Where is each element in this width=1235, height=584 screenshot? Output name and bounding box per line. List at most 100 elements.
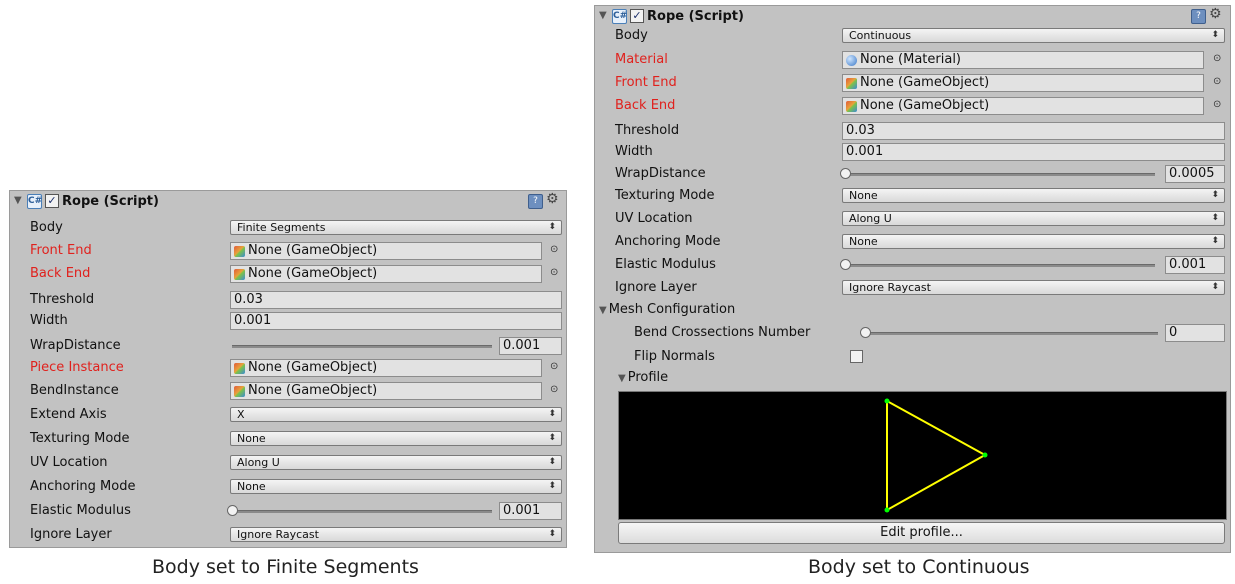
triangle-down-icon[interactable]: ▼ (599, 10, 607, 21)
enabled-checkbox[interactable]: ✓ (45, 194, 59, 208)
wrap-distance-input[interactable]: 0.001 (499, 337, 562, 355)
ignore-layer-dropdown[interactable]: Ignore Raycast ⬍ (230, 527, 562, 542)
elastic-modulus-input[interactable]: 0.001 (499, 502, 562, 520)
elastic-modulus-slider-thumb[interactable] (227, 505, 238, 516)
uv-location-dropdown[interactable]: Along U ⬍ (230, 455, 562, 470)
row-bend-crossections: Bend Crossections Number 0 (595, 323, 1230, 343)
threshold-input[interactable]: 0.03 (230, 291, 562, 309)
mesh-configuration-label: Mesh Configuration (608, 302, 736, 317)
object-picker-icon[interactable]: ⊙ (550, 384, 558, 395)
front-end-field[interactable]: None (GameObject) (842, 74, 1204, 92)
body-dropdown[interactable]: Finite Segments ⬍ (230, 220, 562, 235)
dropdown-arrow-icon: ⬍ (548, 529, 556, 539)
threshold-label: Threshold (615, 123, 680, 138)
width-input[interactable]: 0.001 (842, 143, 1225, 161)
row-anchoring-mode: Anchoring Mode None ⬍ (595, 232, 1230, 252)
row-back-end: Back End None (GameObject) ⊙ (10, 264, 566, 284)
ignore-layer-label: Ignore Layer (30, 527, 112, 542)
bend-crossections-input[interactable]: 0 (1165, 324, 1225, 342)
wrap-distance-slider[interactable] (232, 345, 492, 348)
gear-icon[interactable]: ⚙ (546, 191, 559, 207)
dropdown-arrow-icon: ⬍ (1211, 282, 1219, 292)
profile-point[interactable] (982, 452, 988, 458)
bend-instance-value: None (GameObject) (248, 383, 378, 398)
threshold-input[interactable]: 0.03 (842, 122, 1225, 140)
row-uv-location: UV Location Along U ⬍ (10, 453, 566, 473)
row-width: Width 0.001 (595, 142, 1230, 162)
width-input[interactable]: 0.001 (230, 312, 562, 330)
dropdown-arrow-icon: ⬍ (1211, 190, 1219, 200)
back-end-label: Back End (30, 266, 91, 281)
uv-location-dropdown[interactable]: Along U ⬍ (842, 211, 1225, 226)
row-anchoring-mode: Anchoring Mode None ⬍ (10, 477, 566, 497)
ignore-layer-label: Ignore Layer (615, 280, 697, 295)
front-end-field[interactable]: None (GameObject) (230, 242, 542, 260)
elastic-modulus-input[interactable]: 0.001 (1165, 256, 1225, 274)
elastic-modulus-slider[interactable] (232, 510, 492, 513)
row-threshold: Threshold 0.03 (595, 121, 1230, 141)
row-ignore-layer: Ignore Layer Ignore Raycast ⬍ (10, 525, 566, 545)
triangle-down-icon: ▼ (599, 305, 607, 316)
object-picker-icon[interactable]: ⊙ (1213, 99, 1221, 110)
component-header[interactable]: ▼ C# ✓ Rope (Script) ? ⚙ (10, 191, 566, 213)
texturing-mode-value: None (237, 432, 266, 445)
mesh-configuration-foldout[interactable]: ▼ Mesh Configuration (599, 302, 735, 317)
inspector-left: ▼ C# ✓ Rope (Script) ? ⚙ Body Finite Seg… (9, 190, 567, 548)
elastic-modulus-slider-thumb[interactable] (840, 259, 851, 270)
elastic-modulus-slider[interactable] (845, 264, 1155, 267)
edit-profile-button[interactable]: Edit profile... (618, 522, 1225, 544)
object-picker-icon[interactable]: ⊙ (550, 361, 558, 372)
front-end-value: None (GameObject) (860, 75, 990, 90)
wrap-distance-slider[interactable] (845, 173, 1155, 176)
anchoring-mode-dropdown[interactable]: None ⬍ (230, 479, 562, 494)
profile-point[interactable] (884, 398, 890, 404)
flip-normals-checkbox[interactable] (850, 350, 863, 363)
gear-icon[interactable]: ⚙ (1209, 6, 1222, 22)
object-picker-icon[interactable]: ⊙ (550, 244, 558, 255)
piece-instance-field[interactable]: None (GameObject) (230, 359, 542, 377)
gameobject-icon (234, 386, 245, 397)
help-icon[interactable]: ? (1191, 9, 1206, 24)
row-uv-location: UV Location Along U ⬍ (595, 209, 1230, 229)
anchoring-mode-value: None (849, 235, 878, 248)
back-end-field[interactable]: None (GameObject) (842, 97, 1204, 115)
flip-normals-label: Flip Normals (634, 349, 715, 364)
wrap-distance-slider-thumb[interactable] (840, 168, 851, 179)
row-ignore-layer: Ignore Layer Ignore Raycast ⬍ (595, 278, 1230, 298)
material-label: Material (615, 52, 668, 67)
gameobject-icon (234, 363, 245, 374)
elastic-modulus-label: Elastic Modulus (30, 503, 131, 518)
uv-location-value: Along U (237, 456, 280, 469)
texturing-mode-dropdown[interactable]: None ⬍ (842, 188, 1225, 203)
wrap-distance-input[interactable]: 0.0005 (1165, 165, 1225, 183)
extend-axis-dropdown[interactable]: X ⬍ (230, 407, 562, 422)
texturing-mode-dropdown[interactable]: None ⬍ (230, 431, 562, 446)
ignore-layer-dropdown[interactable]: Ignore Raycast ⬍ (842, 280, 1225, 295)
profile-point[interactable] (884, 507, 890, 513)
object-picker-icon[interactable]: ⊙ (1213, 53, 1221, 64)
component-header[interactable]: ▼ C# ✓ Rope (Script) ? ⚙ (595, 6, 1230, 28)
extend-axis-label: Extend Axis (30, 407, 107, 422)
front-end-label: Front End (615, 75, 677, 90)
front-end-value: None (GameObject) (248, 243, 378, 258)
profile-canvas[interactable] (618, 391, 1227, 520)
help-icon[interactable]: ? (528, 194, 543, 209)
texturing-mode-value: None (849, 189, 878, 202)
enabled-checkbox[interactable]: ✓ (630, 9, 644, 23)
object-picker-icon[interactable]: ⊙ (550, 267, 558, 278)
bend-instance-field[interactable]: None (GameObject) (230, 382, 542, 400)
profile-foldout[interactable]: ▼ Profile (618, 370, 668, 385)
triangle-down-icon[interactable]: ▼ (14, 195, 22, 206)
material-field[interactable]: None (Material) (842, 51, 1204, 69)
body-dropdown[interactable]: Continuous ⬍ (842, 28, 1225, 43)
bend-crossections-slider-thumb[interactable] (860, 327, 871, 338)
object-picker-icon[interactable]: ⊙ (1213, 76, 1221, 87)
piece-instance-label: Piece Instance (30, 360, 124, 375)
bend-instance-label: BendInstance (30, 383, 119, 398)
row-front-end: Front End None (GameObject) ⊙ (595, 73, 1230, 93)
bend-crossections-slider[interactable] (865, 332, 1158, 335)
anchoring-mode-dropdown[interactable]: None ⬍ (842, 234, 1225, 249)
triangle-down-icon: ▼ (618, 373, 626, 384)
back-end-field[interactable]: None (GameObject) (230, 265, 542, 283)
row-elastic-modulus: Elastic Modulus 0.001 (10, 501, 566, 521)
